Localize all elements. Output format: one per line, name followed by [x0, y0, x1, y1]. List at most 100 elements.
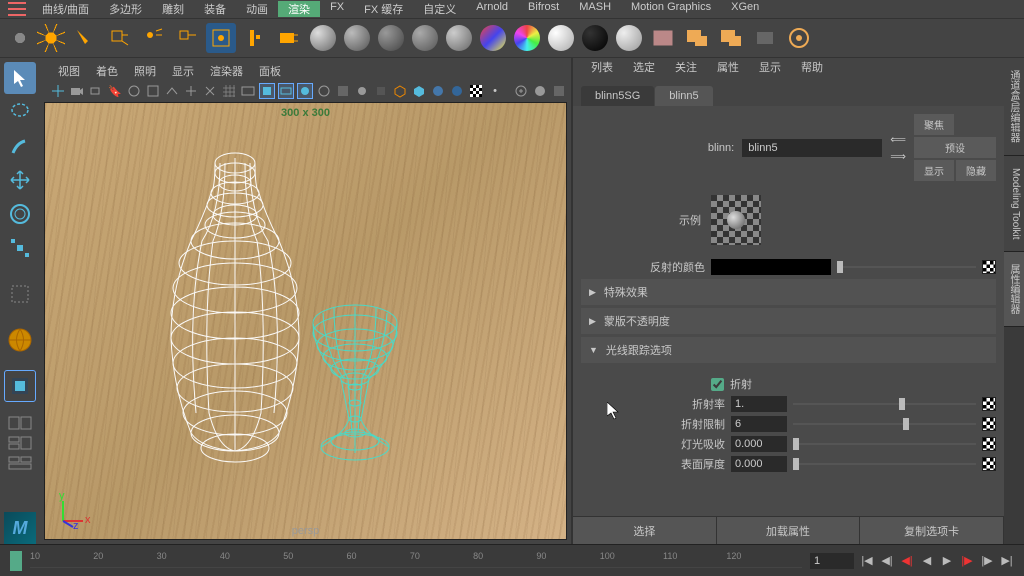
render-3-icon[interactable] — [716, 23, 746, 53]
forward-end-icon[interactable]: ▶| — [1000, 554, 1014, 568]
menu-多边形[interactable]: 多边形 — [99, 1, 152, 17]
show-button[interactable]: 显示 — [914, 160, 954, 181]
render-4-icon[interactable] — [750, 23, 780, 53]
param-field-0[interactable] — [731, 396, 787, 412]
vp-menu-面板[interactable]: 面板 — [251, 63, 289, 79]
section-matte[interactable]: ▶蒙版不透明度 — [581, 308, 996, 334]
vp-menu-视图[interactable]: 视图 — [50, 63, 88, 79]
param-map-0[interactable] — [982, 397, 996, 411]
vp-shadow-icon[interactable] — [373, 83, 389, 99]
attr-menu-列表[interactable]: 列表 — [581, 59, 623, 75]
menu-雕刻[interactable]: 雕刻 — [152, 1, 194, 17]
param-slider-2[interactable] — [793, 436, 976, 452]
vp-film-icon[interactable] — [240, 83, 256, 99]
step-fwd-icon[interactable]: |▶ — [960, 554, 974, 568]
vp-exp-icon[interactable] — [513, 83, 529, 99]
param-map-3[interactable] — [982, 457, 996, 471]
param-slider-0[interactable] — [793, 396, 976, 412]
vp-shade-icon[interactable] — [297, 83, 313, 99]
reflected-color-map[interactable] — [982, 260, 996, 274]
ball-black-icon[interactable] — [580, 23, 610, 53]
grid-3-tool[interactable] — [4, 454, 36, 472]
rewind-icon[interactable]: |◀ — [860, 554, 874, 568]
go-input-icon[interactable]: ⟸ — [890, 133, 906, 146]
light-2-icon[interactable] — [274, 23, 304, 53]
spot-light-icon[interactable] — [70, 23, 100, 53]
time-marker[interactable] — [10, 551, 22, 571]
material-swatch[interactable] — [711, 195, 761, 245]
app-menu-icon[interactable] — [8, 2, 26, 16]
step-fwd-key-icon[interactable]: |▶ — [980, 554, 994, 568]
attr-menu-选定[interactable]: 选定 — [623, 59, 665, 75]
vp-ms-icon[interactable] — [449, 83, 465, 99]
menu-FX 缓存[interactable]: FX 缓存 — [354, 1, 413, 17]
shelf-settings-icon[interactable] — [8, 26, 32, 50]
ball-2-icon[interactable] — [342, 23, 372, 53]
right-tab-1[interactable]: Modeling Toolkit — [1004, 156, 1024, 253]
vp-icon-1[interactable] — [50, 83, 66, 99]
menu-MASH[interactable]: MASH — [569, 1, 621, 17]
vp-gate-icon[interactable] — [259, 83, 275, 99]
grid-2-tool[interactable] — [4, 434, 36, 452]
menu-XGen[interactable]: XGen — [721, 1, 769, 17]
layout-tool[interactable] — [4, 370, 36, 402]
menu-动画[interactable]: 动画 — [236, 1, 278, 17]
light-1-icon[interactable] — [240, 23, 270, 53]
menu-曲线/曲面[interactable]: 曲线/曲面 — [32, 1, 99, 17]
hide-button[interactable]: 隐藏 — [956, 160, 996, 181]
directional-light-icon[interactable] — [172, 23, 202, 53]
vp-light-icon[interactable] — [354, 83, 370, 99]
param-map-1[interactable] — [982, 417, 996, 431]
menu-Bifrost[interactable]: Bifrost — [518, 1, 569, 17]
sun-icon[interactable] — [36, 23, 66, 53]
focus-button[interactable]: 聚焦 — [914, 114, 954, 135]
vp-menu-着色[interactable]: 着色 — [88, 63, 126, 79]
menu-Arnold[interactable]: Arnold — [466, 1, 518, 17]
grid-1-tool[interactable] — [4, 414, 36, 432]
vp-xray-icon[interactable] — [411, 83, 427, 99]
vp-res-icon[interactable] — [278, 83, 294, 99]
step-back-key-icon[interactable]: ◀| — [880, 554, 894, 568]
current-frame-field[interactable] — [810, 553, 854, 569]
render-2-icon[interactable] — [682, 23, 712, 53]
vp-icon-8[interactable] — [183, 83, 199, 99]
vp-gamma-icon[interactable] — [532, 83, 548, 99]
param-slider-3[interactable] — [793, 456, 976, 472]
render-settings-icon[interactable] — [784, 23, 814, 53]
vp-dot-icon[interactable]: • — [487, 83, 503, 99]
preset-button[interactable]: 预设 — [914, 137, 996, 158]
bottle-wireframe[interactable] — [45, 103, 545, 540]
param-map-2[interactable] — [982, 437, 996, 451]
ball-ramp-icon[interactable] — [478, 23, 508, 53]
param-field-2[interactable] — [731, 436, 787, 452]
move-tool[interactable] — [4, 164, 36, 196]
attr-menu-帮助[interactable]: 帮助 — [791, 59, 833, 75]
vp-icon-3[interactable] — [88, 83, 104, 99]
vp-camera-icon[interactable] — [69, 83, 85, 99]
vp-icon-5[interactable] — [126, 83, 142, 99]
vp-iso-icon[interactable] — [392, 83, 408, 99]
step-back-icon[interactable]: ◀| — [900, 554, 914, 568]
vp-menu-显示[interactable]: 显示 — [164, 63, 202, 79]
vp-bookmark-icon[interactable]: 🔖 — [107, 83, 123, 99]
vp-icon-6[interactable] — [145, 83, 161, 99]
menu-自定义[interactable]: 自定义 — [413, 1, 466, 17]
ball-3-icon[interactable] — [376, 23, 406, 53]
menu-FX[interactable]: FX — [320, 1, 354, 17]
vp-icon-7[interactable] — [164, 83, 180, 99]
btn-复制选项卡[interactable]: 复制选项卡 — [860, 517, 1004, 544]
area-light-icon[interactable] — [104, 23, 134, 53]
play-icon[interactable]: ▶ — [940, 554, 954, 568]
point-light-icon[interactable] — [138, 23, 168, 53]
menu-渲染[interactable]: 渲染 — [278, 1, 320, 17]
section-raytrace[interactable]: ▼光线跟踪选项 — [581, 337, 996, 363]
ball-rainbow-icon[interactable] — [512, 23, 542, 53]
menu-Motion Graphics[interactable]: Motion Graphics — [621, 1, 721, 17]
vp-menu-渲染器[interactable]: 渲染器 — [202, 63, 251, 79]
go-output-icon[interactable]: ⟹ — [890, 150, 906, 163]
vp-checker-icon[interactable] — [468, 83, 484, 99]
node-name-field[interactable] — [742, 139, 882, 157]
reflected-color-chip[interactable] — [711, 259, 831, 275]
right-tab-2[interactable]: 属性编辑器 — [1004, 252, 1024, 327]
attr-menu-显示[interactable]: 显示 — [749, 59, 791, 75]
